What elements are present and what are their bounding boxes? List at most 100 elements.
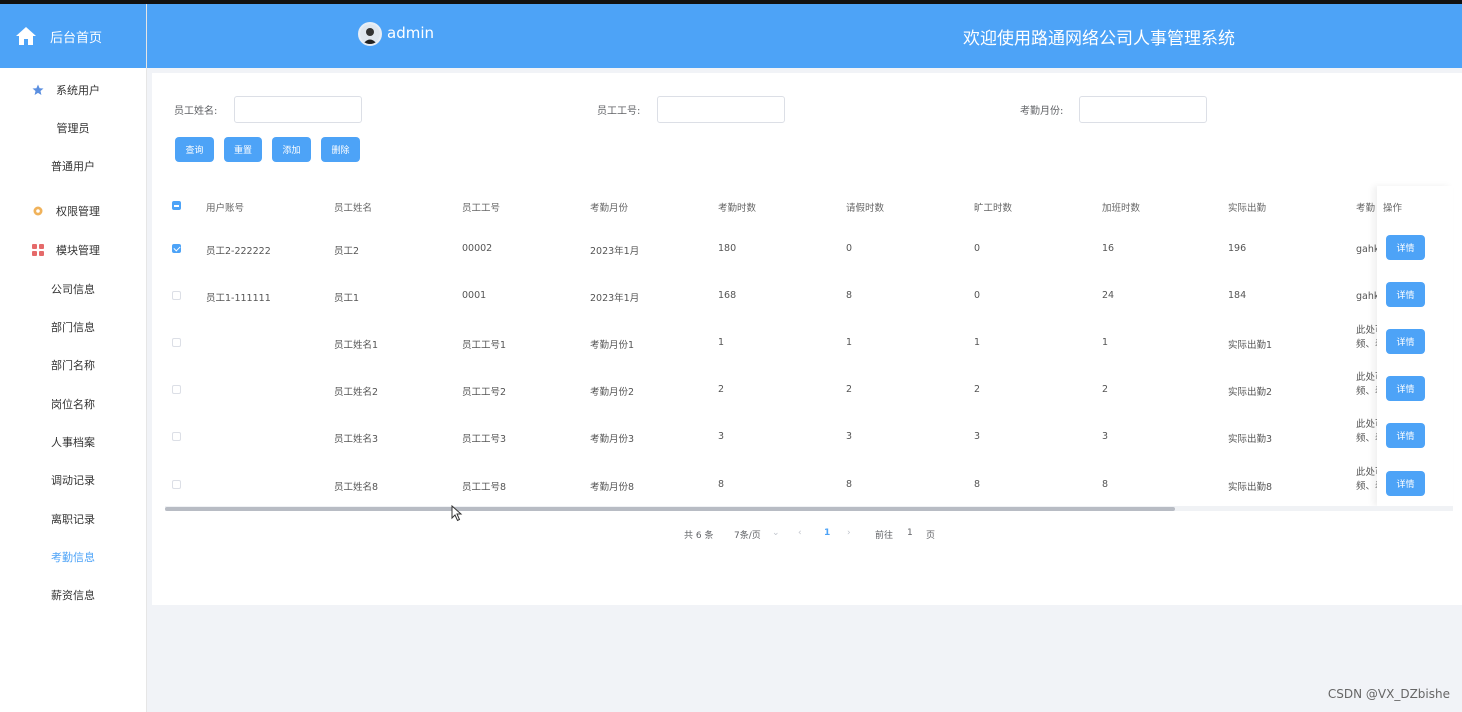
table-cell: 3 [1102, 431, 1109, 442]
current-page[interactable]: 1 [824, 528, 830, 538]
detail-button[interactable]: 详情 [1386, 376, 1425, 401]
menu-group-modules[interactable]: 模块管理 [0, 231, 146, 270]
sidebar-item-position-name[interactable]: 岗位名称 [0, 384, 146, 422]
home-link[interactable]: 后台首页 [0, 4, 146, 68]
detail-button[interactable]: 详情 [1386, 282, 1425, 307]
table-cell: 员工姓名8 [334, 482, 379, 493]
table-cell: 此处可 频、表 [1356, 372, 1378, 397]
table-cell: 考勤月份1 [590, 340, 635, 351]
employee-name-input[interactable] [234, 96, 362, 123]
row-checkbox[interactable] [172, 338, 181, 347]
sidebar-item-company-info[interactable]: 公司信息 [0, 270, 146, 308]
goto-page-input[interactable]: 1 [907, 528, 913, 538]
column-header: 员工姓名 [334, 203, 373, 214]
row-checkbox[interactable] [172, 480, 181, 489]
table-cell: 3 [974, 431, 981, 442]
table-cell: 2023年1月 [590, 246, 640, 257]
column-header: 请假时数 [846, 203, 885, 214]
table-cell: 员工工号1 [462, 340, 507, 351]
mouse-cursor-icon [451, 505, 463, 522]
sidebar-item-resignation-records[interactable]: 离职记录 [0, 499, 146, 537]
table-cell: 0 [846, 243, 853, 254]
sidebar-item-salary[interactable]: 薪资信息 [0, 576, 146, 614]
column-header: 考勤时数 [718, 203, 757, 214]
table-cell: 员工姓名3 [334, 434, 379, 445]
table-cell: 2 [718, 384, 725, 395]
username[interactable]: admin [387, 24, 434, 42]
detail-button[interactable]: 详情 [1386, 471, 1425, 496]
chevron-down-icon[interactable]: ⌄ [772, 528, 780, 538]
query-button[interactable]: 查询 [175, 137, 214, 162]
home-icon [16, 27, 36, 45]
main-content: 员工姓名: 员工工号: 考勤月份: 查询 重置 添加 删除 用户账号 员工姓名 … [152, 73, 1462, 605]
table-cell: 考勤月份8 [590, 482, 635, 493]
detail-button[interactable]: 详情 [1386, 329, 1425, 354]
column-header: 用户账号 [206, 203, 245, 214]
sidebar-item-admin[interactable]: 管理员 [0, 109, 146, 147]
name-label: 员工姓名: [174, 106, 218, 117]
avatar[interactable] [358, 22, 382, 46]
page-size-select[interactable]: 7条/页 [734, 528, 761, 541]
detail-button[interactable]: 详情 [1386, 235, 1425, 260]
menu-group-system-users[interactable]: 系统用户 [0, 70, 146, 109]
home-label: 后台首页 [50, 30, 103, 46]
sidebar-item-transfer-records[interactable]: 调动记录 [0, 461, 146, 499]
table-cell: 3 [718, 431, 725, 442]
table-cell: 员工2 [334, 246, 360, 257]
add-button[interactable]: 添加 [272, 137, 311, 162]
table-cell: 考勤月份2 [590, 387, 635, 398]
employee-id-input[interactable] [657, 96, 785, 123]
row-checkbox[interactable] [172, 291, 181, 300]
column-header: 实际出勤 [1228, 203, 1267, 214]
id-label: 员工工号: [597, 106, 641, 117]
column-header: 考勤月份 [590, 203, 629, 214]
top-header: admin 欢迎使用路通网络公司人事管理系统 [147, 4, 1462, 68]
reset-button[interactable]: 重置 [224, 137, 262, 162]
sidebar-item-attendance[interactable]: 考勤信息 [0, 538, 146, 576]
prev-page-icon[interactable]: ‹ [798, 528, 802, 538]
sidebar-item-department-name[interactable]: 部门名称 [0, 346, 146, 384]
table-cell: 2 [974, 384, 981, 395]
star-icon [32, 84, 44, 95]
table-cell: 16 [1102, 243, 1115, 254]
delete-button[interactable]: 删除 [321, 137, 360, 162]
table-cell: 1 [1102, 337, 1109, 348]
table-cell: 2023年1月 [590, 293, 640, 304]
table-cell: 员工1 [334, 293, 360, 304]
table-cell: 8 [846, 479, 853, 490]
column-header: 旷工时数 [974, 203, 1013, 214]
select-all-checkbox[interactable] [172, 201, 181, 210]
goto-label: 前往 [875, 531, 894, 541]
row-checkbox[interactable] [172, 432, 181, 441]
sidebar-item-hr-archive[interactable]: 人事档案 [0, 423, 146, 461]
menu-group-permissions[interactable]: 权限管理 [0, 192, 146, 231]
user-avatar-icon [360, 24, 380, 44]
table-cell: 此处可 频、表 [1356, 467, 1378, 492]
table-cell: 3 [846, 431, 853, 442]
sidebar: 后台首页 系统用户 管理员 普通用户 权限管理 模块管理 公司信息 部门信息 部… [0, 4, 147, 712]
table-cell: 8 [974, 479, 981, 490]
attendance-month-input[interactable] [1079, 96, 1207, 123]
table-cell: 此处可 频、表 [1356, 419, 1378, 444]
table-cell: 此处可 频、表 [1356, 325, 1378, 350]
watermark: CSDN @VX_DZbishe [1327, 687, 1450, 701]
table-cell: gahk [1356, 244, 1378, 255]
pagination-total: 共 6 条 [684, 531, 714, 541]
table-cell: 实际出勤8 [1228, 482, 1273, 493]
table-cell: 8 [718, 479, 725, 490]
horizontal-scrollbar-thumb[interactable] [165, 507, 1175, 511]
table-cell: 1 [846, 337, 853, 348]
sidebar-item-department-info[interactable]: 部门信息 [0, 308, 146, 346]
app-title: 欢迎使用路通网络公司人事管理系统 [963, 29, 1235, 49]
detail-button[interactable]: 详情 [1386, 423, 1425, 448]
gear-icon [33, 206, 43, 216]
table-cell: 0 [974, 290, 981, 301]
row-checkbox[interactable] [172, 244, 181, 253]
sidebar-item-normal-user[interactable]: 普通用户 [0, 147, 146, 185]
table-cell: 员工工号8 [462, 482, 507, 493]
table-cell: 员工工号3 [462, 434, 507, 445]
table-cell: 168 [718, 290, 737, 301]
row-checkbox[interactable] [172, 385, 181, 394]
table-cell: 00002 [462, 243, 493, 254]
next-page-icon[interactable]: › [847, 528, 851, 538]
